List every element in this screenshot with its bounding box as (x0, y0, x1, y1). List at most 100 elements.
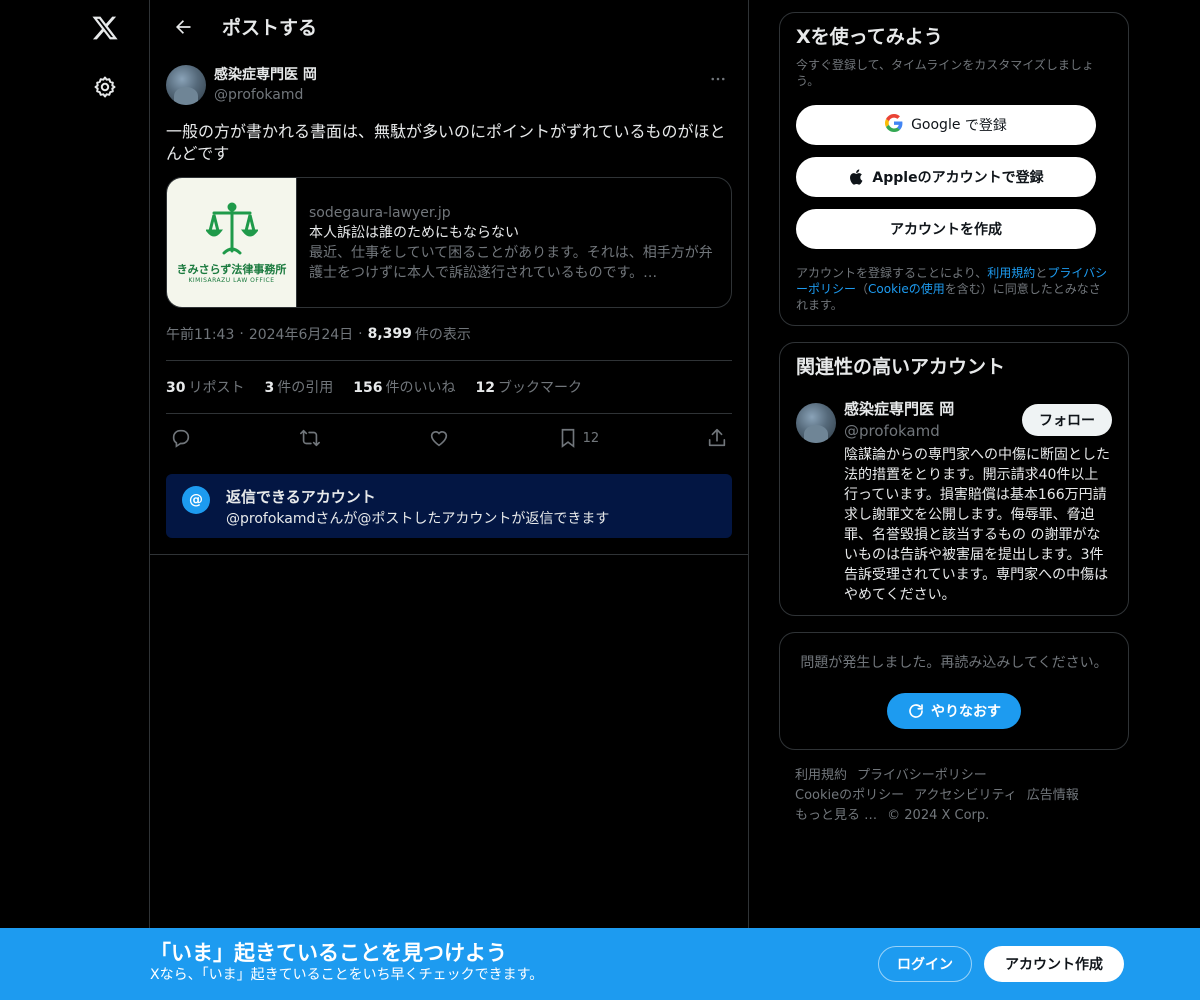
header: ポストする (150, 0, 748, 53)
reply-icon (172, 429, 190, 448)
reply-notice-title: 返信できるアカウント (226, 488, 376, 506)
card-thumbnail: きみさらず法律事務所 KIMISARAZU LAW OFFICE (167, 178, 297, 307)
legal-prefix: アカウントを登録することにより、 (796, 266, 988, 280)
bottom-bar-text: 「いま」起きていることを見つけよう Xなら、「いま」起きていることをいち早くチェ… (150, 940, 543, 984)
x-logo-icon[interactable] (80, 3, 130, 53)
bookmarks-count: 12 (475, 380, 495, 396)
repost-icon (299, 429, 320, 447)
footer-links: 利用規約 プライバシーポリシー Cookieのポリシー アクセシビリティ 広告情報 も… (779, 766, 1129, 826)
reply-restriction-notice: @ 返信できるアカウント @profokamdさんが@ポストしたアカウントが返信… (166, 474, 732, 538)
like-button[interactable] (428, 427, 450, 449)
stat-quotes[interactable]: 3 件の引用 (264, 377, 333, 397)
card-domain: sodegaura-lawyer.jp (309, 204, 451, 221)
legal-and: と (1035, 266, 1048, 280)
stat-reposts[interactable]: 30 リポスト (166, 377, 244, 397)
bookmark-count: 12 (582, 430, 600, 446)
avatar[interactable] (166, 65, 206, 105)
login-button[interactable]: ログイン (878, 946, 972, 982)
footer-link-cookie[interactable]: Cookieのポリシー (795, 788, 904, 803)
post-meta: 午前11:43 · 2024年6月24日 · 8,399 件の表示 (166, 324, 732, 344)
card-logo-subtext: KIMISARAZU LAW OFFICE (188, 277, 275, 284)
cookie-link[interactable]: Cookieの使用 (868, 282, 945, 296)
signup-button[interactable]: アカウント作成 (984, 946, 1124, 982)
google-icon (885, 113, 903, 137)
related-title: 関連性の高いアカウント (796, 356, 1006, 378)
refresh-icon (909, 704, 923, 718)
related-account[interactable]: 感染症専門医 岡 @profokamd 陰謀論からの専門家への中傷に断固とした法… (796, 399, 1112, 605)
follow-button[interactable]: フォロー (1022, 404, 1112, 436)
error-message: 問題が発生しました。再読み込みしてください。 (800, 655, 1108, 671)
stat-likes[interactable]: 156 件のいいね (353, 377, 455, 397)
share-button[interactable] (706, 427, 728, 449)
google-signup-label: で登録 (960, 118, 1007, 134)
bookmark-button[interactable]: 12 (557, 427, 600, 449)
post-text: 一般の方が書かれる書面は、無駄が多いのにポイントがずれているものがほとんどです (166, 122, 726, 163)
back-button[interactable] (166, 10, 200, 44)
share-icon (708, 428, 726, 447)
app-root: ポストする 感染症専門医 岡 @profokamd 一般の方が書かれる書面は、無… (0, 0, 1200, 1000)
author-handle[interactable]: @profokamd (214, 85, 317, 105)
arrow-left-icon (176, 19, 191, 34)
bottom-bar-title: 「いま」起きていることを見つけよう (150, 941, 507, 965)
reply-button[interactable] (170, 427, 192, 449)
post-author: 感染症専門医 岡 @profokamd (166, 65, 732, 105)
error-panel: 問題が発生しました。再読み込みしてください。 やりなおす (779, 632, 1129, 750)
related-accounts-panel: 関連性の高いアカウント 感染症専門医 岡 @profokamd 陰謀論からの専門… (779, 342, 1129, 616)
avatar[interactable] (796, 403, 836, 443)
signup-legal: アカウントを登録することにより、利用規約とプライバシーポリシー（Cookieの使… (796, 265, 1112, 313)
apple-signup-label: Appleのアカウントで登録 (872, 170, 1044, 186)
likes-label: 件のいいね (385, 380, 456, 396)
page-title: ポストする (222, 17, 318, 39)
signup-panel: Xを使ってみよう 今すぐ登録して、タイムラインをカスタマイズしましょう。 Goo… (779, 12, 1129, 326)
bookmarks-label: ブックマーク (497, 380, 582, 396)
post-date[interactable]: 2024年6月24日 (249, 324, 353, 344)
quotes-label: 件の引用 (277, 380, 334, 396)
views-count: 8,399 (367, 326, 412, 342)
terms-link[interactable]: 利用規約 (987, 266, 1035, 280)
create-account-button[interactable]: アカウントを作成 (796, 209, 1096, 249)
apple-icon (850, 169, 863, 185)
main-column: ポストする 感染症専門医 岡 @profokamd 一般の方が書かれる書面は、無… (149, 0, 749, 1000)
footer-link-more[interactable]: もっと見る … (795, 808, 877, 823)
card-title: 本人訴訟は誰のためにもならない (309, 224, 519, 241)
apple-signup-button[interactable]: Appleのアカウントで登録 (796, 157, 1096, 197)
meta-separator: · (239, 326, 244, 342)
meta-separator: · (358, 326, 363, 342)
footer-link-accessibility[interactable]: アクセシビリティ (914, 788, 1017, 803)
legal-mid: （ (856, 282, 869, 296)
retry-label: やりなおす (931, 704, 1001, 720)
reposts-count: 30 (166, 380, 186, 396)
stat-bookmarks[interactable]: 12 ブックマーク (475, 377, 581, 397)
footer-link-ads[interactable]: 広告情報 (1027, 788, 1079, 803)
heart-icon (430, 431, 447, 447)
post-time[interactable]: 午前11:43 (166, 324, 234, 344)
repost-button[interactable] (299, 427, 321, 449)
link-card[interactable]: きみさらず法律事務所 KIMISARAZU LAW OFFICE sodegau… (166, 177, 732, 308)
right-sidebar: Xを使ってみよう 今すぐ登録して、タイムラインをカスタマイズしましょう。 Goo… (779, 12, 1129, 826)
bookmark-icon (561, 428, 574, 448)
likes-count: 156 (353, 380, 383, 396)
left-nav (0, 0, 150, 1000)
related-account-bio: 陰謀論からの専門家への中傷に断固とした法的措置をとります。開示請求40件以上行っ… (844, 447, 1110, 603)
retry-button[interactable]: やりなおす (887, 693, 1021, 729)
post-stats: 30 リポスト 3 件の引用 156 件のいいね 12 ブックマーク (166, 360, 732, 414)
author-names: 感染症専門医 岡 @profokamd (214, 65, 317, 105)
card-description: 最近、仕事をしていて困ることがあります。それは、相手方が弁護士をつけずに本人で訴… (309, 244, 713, 281)
gear-icon[interactable] (80, 62, 130, 112)
author-name[interactable]: 感染症専門医 岡 (214, 65, 317, 85)
copyright: © 2024 X Corp. (887, 808, 990, 823)
card-logo-text: きみさらず法律事務所 (176, 263, 287, 276)
reply-notice-subtitle: @profokamdさんが@ポストしたアカウントが返信できます (226, 511, 610, 527)
card-body: sodegaura-lawyer.jp 本人訴訟は誰のためにもならない 最近、仕… (297, 178, 731, 307)
footer-link-terms[interactable]: 利用規約 (795, 768, 847, 783)
reposts-label: リポスト (188, 380, 245, 396)
more-icon[interactable] (704, 65, 732, 93)
bottom-signup-bar: 「いま」起きていることを見つけよう Xなら、「いま」起きていることをいち早くチェ… (0, 928, 1200, 1000)
reply-notice-text: 返信できるアカウント @profokamdさんが@ポストしたアカウントが返信でき… (226, 486, 609, 527)
post: 感染症専門医 岡 @profokamd 一般の方が書かれる書面は、無駄が多いのに… (150, 53, 748, 555)
footer-link-privacy[interactable]: プライバシーポリシー (857, 768, 987, 783)
at-icon: @ (182, 486, 210, 514)
post-actions: 12 (166, 414, 732, 462)
google-signup-button[interactable]: Google で登録 (796, 105, 1096, 145)
google-signup-brand: Google (911, 117, 961, 133)
